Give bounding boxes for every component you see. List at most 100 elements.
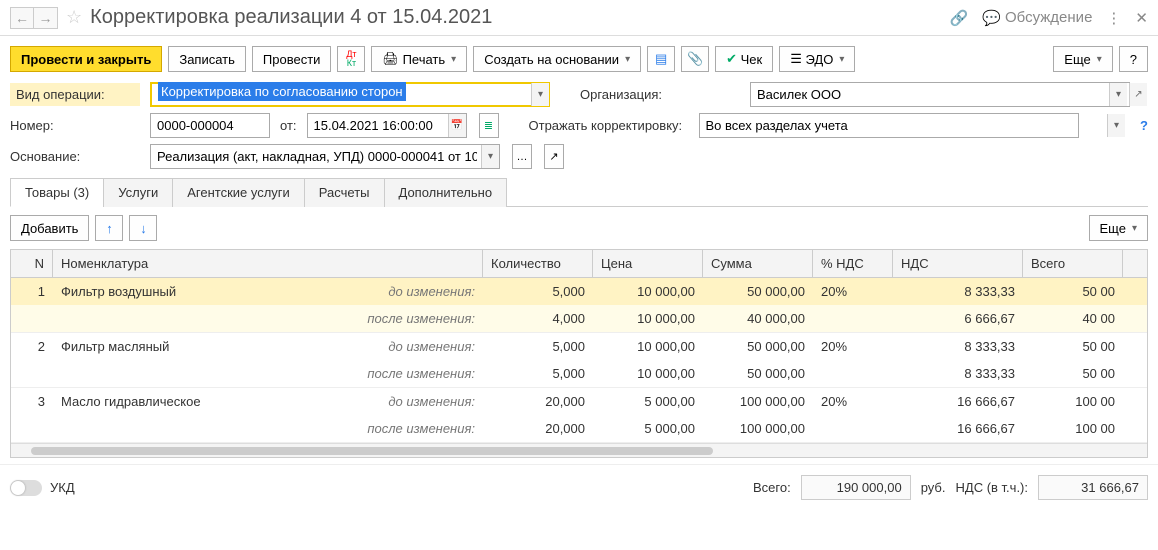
attachment-icon-button[interactable]: 📎	[681, 46, 709, 72]
table-row[interactable]: 2Фильтр масляныйдо изменения:5,00010 000…	[11, 333, 1147, 388]
basis-input[interactable]	[150, 144, 500, 169]
move-up-button[interactable]: ↑	[95, 215, 123, 241]
more-menu-icon[interactable]: ⋮	[1106, 9, 1121, 27]
cell-change-label: после изменения:	[323, 415, 483, 442]
chevron-down-icon: ▾	[1132, 223, 1137, 234]
help-button[interactable]: ?	[1119, 46, 1148, 72]
page-title: Корректировка реализации 4 от 15.04.2021	[90, 6, 950, 29]
toggle-knob	[11, 481, 25, 495]
ukd-toggle[interactable]	[10, 480, 42, 496]
tab-agent-services[interactable]: Агентские услуги	[172, 178, 305, 207]
cell-price: 10 000,00	[593, 333, 703, 360]
print-button[interactable]: 🖨 Печать ▾	[371, 46, 467, 72]
cell-total: 100 00	[1023, 415, 1123, 442]
tab-additional[interactable]: Дополнительно	[384, 178, 508, 207]
edo-button[interactable]: ☰ ЭДО ▾	[779, 46, 855, 72]
create-based-label: Создать на основании	[484, 52, 619, 67]
nav-forward-button[interactable]: →	[34, 7, 58, 29]
col-price[interactable]: Цена	[593, 250, 703, 277]
cell-vat-rate	[813, 305, 893, 332]
footer-bar: УКД Всего: 190 000,00 руб. НДС (в т.ч.):…	[0, 464, 1158, 510]
cell-nomenclature: Фильтр масляный	[53, 333, 323, 360]
nav-back-button[interactable]: ←	[10, 7, 34, 29]
total-label: Всего:	[753, 480, 791, 495]
create-based-button[interactable]: Создать на основании ▾	[473, 46, 641, 72]
edo-icon: ☰	[790, 51, 802, 67]
favorite-star-icon[interactable]: ☆	[66, 7, 82, 28]
cell-vat-amount: 8 333,33	[893, 360, 1023, 387]
nds-label: НДС (в т.ч.):	[956, 480, 1029, 495]
op-type-input[interactable]: Корректировка по согласованию сторон	[150, 82, 550, 107]
cell-quantity: 4,000	[483, 305, 593, 332]
cell-vat-amount: 16 666,67	[893, 415, 1023, 442]
grid-more-button[interactable]: Еще ▾	[1089, 215, 1148, 241]
reflect-input[interactable]	[699, 113, 1079, 138]
cell-nomenclature: Фильтр воздушный	[53, 278, 323, 305]
org-input[interactable]	[750, 82, 1130, 107]
print-label: Печать	[403, 52, 446, 67]
basis-open-button[interactable]: ↗	[544, 144, 564, 169]
more-button[interactable]: Еще ▾	[1053, 46, 1112, 72]
basis-select-button[interactable]: …	[512, 144, 532, 169]
date-input[interactable]	[307, 113, 467, 138]
number-label: Номер:	[10, 114, 140, 137]
receipt-icon: ✔	[726, 51, 737, 67]
add-row-button[interactable]: Добавить	[10, 215, 89, 241]
tab-calculations[interactable]: Расчеты	[304, 178, 385, 207]
cell-n: 3	[11, 388, 53, 415]
cell-total: 50 00	[1023, 278, 1123, 305]
discussion-icon: 💬	[982, 9, 1001, 27]
table-row[interactable]: 1Фильтр воздушныйдо изменения:5,00010 00…	[11, 278, 1147, 333]
cell-n	[11, 360, 53, 387]
cell-nomenclature	[53, 415, 323, 442]
date-helper-icon-button[interactable]: ≣	[479, 113, 499, 138]
discussion-button[interactable]: 💬 Обсуждение	[982, 9, 1092, 27]
col-quantity[interactable]: Количество	[483, 250, 593, 277]
col-vat-rate[interactable]: % НДС	[813, 250, 893, 277]
reflect-dropdown-button[interactable]: ▾	[1107, 114, 1125, 137]
op-type-label: Вид операции:	[10, 83, 140, 106]
org-dropdown-button[interactable]: ▾	[1109, 83, 1127, 106]
scrollbar-thumb[interactable]	[31, 447, 713, 455]
grid-toolbar: Добавить ↑ ↓ Еще ▾	[0, 207, 1158, 249]
post-button[interactable]: Провести	[252, 46, 332, 72]
cell-vat-amount: 8 333,33	[893, 333, 1023, 360]
link-icon[interactable]: 🔗	[950, 9, 969, 27]
cell-price: 5 000,00	[593, 415, 703, 442]
number-input[interactable]	[150, 113, 270, 138]
move-down-button[interactable]: ↓	[129, 215, 157, 241]
tab-services[interactable]: Услуги	[103, 178, 173, 207]
cell-total: 50 00	[1023, 333, 1123, 360]
col-sum[interactable]: Сумма	[703, 250, 813, 277]
op-type-dropdown-button[interactable]: ▾	[531, 83, 549, 106]
reflect-help-icon[interactable]: ?	[1140, 118, 1148, 133]
cell-sum: 100 000,00	[703, 388, 813, 415]
save-button[interactable]: Записать	[168, 46, 246, 72]
close-icon[interactable]: ✕	[1135, 9, 1148, 27]
col-total[interactable]: Всего	[1023, 250, 1123, 277]
chevron-down-icon: ▾	[1097, 54, 1102, 65]
cell-vat-amount: 6 666,67	[893, 305, 1023, 332]
edo-label: ЭДО	[806, 52, 834, 67]
org-label: Организация:	[580, 83, 740, 106]
col-vat-amount[interactable]: НДС	[893, 250, 1023, 277]
horizontal-scrollbar[interactable]	[11, 443, 1147, 457]
more-label: Еще	[1064, 52, 1090, 67]
col-n[interactable]: N	[11, 250, 53, 277]
cell-quantity: 5,000	[483, 333, 593, 360]
basis-dropdown-button[interactable]: ▾	[481, 145, 499, 168]
dt-kt-icon-button[interactable]: ДтКт	[337, 46, 365, 72]
printer-icon: 🖨	[382, 51, 399, 67]
tab-goods[interactable]: Товары (3)	[10, 178, 104, 207]
related-docs-icon-button[interactable]: ▤	[647, 46, 675, 72]
post-and-close-button[interactable]: Провести и закрыть	[10, 46, 162, 72]
org-open-button[interactable]: ↗	[1129, 83, 1147, 106]
cell-quantity: 5,000	[483, 360, 593, 387]
col-nomenclature[interactable]: Номенклатура	[53, 250, 483, 277]
main-toolbar: Провести и закрыть Записать Провести ДтК…	[0, 36, 1158, 82]
table-row[interactable]: 3Масло гидравлическоедо изменения:20,000…	[11, 388, 1147, 443]
chevron-down-icon: ▾	[451, 54, 456, 65]
calendar-icon-button[interactable]: 📅	[448, 114, 466, 137]
check-button[interactable]: ✔ Чек	[715, 46, 773, 72]
cell-sum: 50 000,00	[703, 278, 813, 305]
